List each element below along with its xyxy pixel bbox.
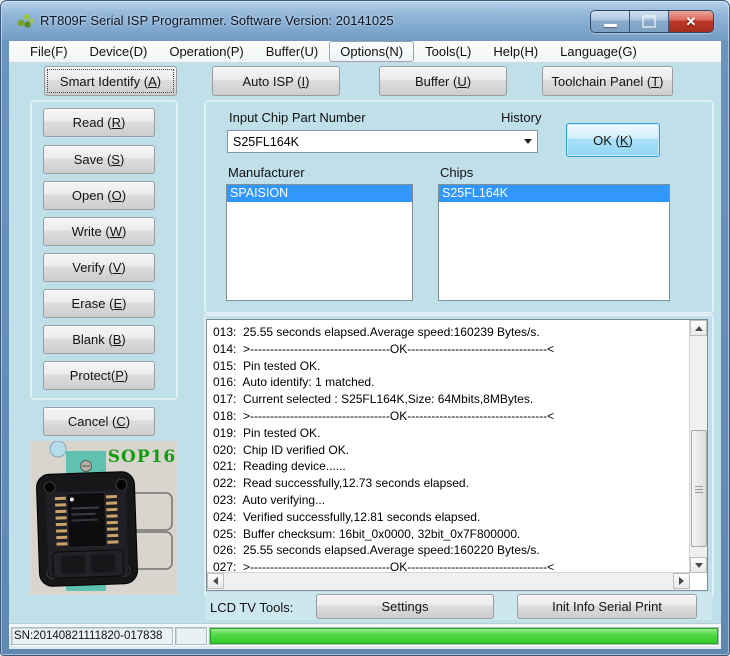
statusbar: SN:20140821111820-017838 xyxy=(9,623,721,649)
cancel-button[interactable]: Cancel (C) xyxy=(43,407,155,436)
smart-identify-button[interactable]: Smart Identify (A) xyxy=(44,66,177,96)
write-button[interactable]: Write (W) xyxy=(43,217,155,246)
menu-language[interactable]: Language(G) xyxy=(549,41,648,62)
log-line: 022: Read successfully,12.73 seconds ela… xyxy=(213,475,690,492)
progress-fill xyxy=(210,628,718,644)
manufacturer-selected-item[interactable]: SPAISION xyxy=(227,185,412,202)
buffer-button[interactable]: Buffer (U) xyxy=(379,66,507,96)
arrow-left-icon xyxy=(213,577,218,585)
menu-buffer[interactable]: Buffer(U) xyxy=(255,41,330,62)
menu-tools[interactable]: Tools(L) xyxy=(414,41,482,62)
log-line: 017: Current selected : S25FL164K,Size: … xyxy=(213,391,690,408)
arrow-up-icon xyxy=(695,326,703,331)
log-line: 014: >----------------------------------… xyxy=(213,341,690,358)
menu-options[interactable]: Options(N) xyxy=(329,41,414,62)
vertical-scroll-thumb[interactable] xyxy=(691,430,707,547)
menu-operation[interactable]: Operation(P) xyxy=(158,41,254,62)
combobox-dropdown-button[interactable] xyxy=(519,131,537,152)
log-horizontal-scrollbar[interactable] xyxy=(207,572,690,590)
lcd-tv-tools-label: LCD TV Tools: xyxy=(210,596,312,618)
verify-button[interactable]: Verify (V) xyxy=(43,253,155,282)
settings-button[interactable]: Settings xyxy=(316,594,494,619)
thumb-grip-icon xyxy=(695,486,703,493)
auto-isp-button[interactable]: Auto ISP (I) xyxy=(212,66,340,96)
log-line: 021: Reading device...... xyxy=(213,458,690,475)
minimize-button[interactable] xyxy=(591,11,630,32)
menu-help[interactable]: Help(H) xyxy=(482,41,549,62)
log-line: 018: >----------------------------------… xyxy=(213,408,690,425)
log-line: 020: Chip ID verified OK. xyxy=(213,442,690,459)
maximize-button[interactable] xyxy=(630,11,669,32)
log-output[interactable]: 013: 25.55 seconds elapsed.Average speed… xyxy=(206,319,708,591)
history-label: History xyxy=(501,110,541,125)
log-line: 023: Auto verifying... xyxy=(213,492,690,509)
screen: RT809F Serial ISP Programmer. Software V… xyxy=(0,0,730,656)
scroll-down-button[interactable] xyxy=(690,557,707,573)
save-button[interactable]: Save (S) xyxy=(43,145,155,174)
part-number-combobox[interactable]: S25FL164K xyxy=(227,130,538,153)
maximize-icon xyxy=(642,15,656,28)
log-line: 026: 25.55 seconds elapsed.Average speed… xyxy=(213,542,690,559)
ok-button[interactable]: OK (K) xyxy=(566,123,660,157)
titlebar[interactable]: RT809F Serial ISP Programmer. Software V… xyxy=(0,0,730,40)
read-button[interactable]: Read (R) xyxy=(43,108,155,137)
arrow-right-icon xyxy=(679,577,684,585)
menu-file[interactable]: File(F) xyxy=(19,41,79,62)
app-window: RT809F Serial ISP Programmer. Software V… xyxy=(0,0,730,656)
open-button[interactable]: Open (O) xyxy=(43,181,155,210)
chip-selected-item[interactable]: S25FL164K xyxy=(439,185,669,202)
part-number-value: S25FL164K xyxy=(228,135,519,149)
input-chip-label: Input Chip Part Number xyxy=(229,110,366,125)
protect-button[interactable]: Protect(P) xyxy=(43,361,155,390)
log-line: 013: 25.55 seconds elapsed.Average speed… xyxy=(213,324,690,341)
scroll-right-button[interactable] xyxy=(673,573,690,589)
app-icon xyxy=(16,12,34,30)
erase-button[interactable]: Erase (E) xyxy=(43,289,155,318)
sop16-caption: SOP16 xyxy=(108,447,177,467)
manufacturer-listbox[interactable]: SPAISION xyxy=(226,184,413,301)
log-line: 024: Verified successfully,12.81 seconds… xyxy=(213,509,690,526)
log-text: 013: 25.55 seconds elapsed.Average speed… xyxy=(207,320,690,573)
toolchain-panel-button[interactable]: Toolchain Panel (T) xyxy=(542,66,673,96)
arrow-down-icon xyxy=(695,563,703,568)
window-controls: ✕ xyxy=(590,10,714,33)
log-line: 016: Auto identify: 1 matched. xyxy=(213,374,690,391)
serial-number-cell: SN:20140821111820-017838 xyxy=(11,627,173,645)
log-vertical-scrollbar[interactable] xyxy=(689,320,707,573)
chevron-down-icon xyxy=(524,139,532,144)
menubar: File(F) Device(D) Operation(P) Buffer(U)… xyxy=(9,41,721,63)
window-title: RT809F Serial ISP Programmer. Software V… xyxy=(40,0,394,40)
log-line: 019: Pin tested OK. xyxy=(213,425,690,442)
progress-bar xyxy=(209,627,719,645)
close-button[interactable]: ✕ xyxy=(669,11,713,32)
init-info-serial-print-button[interactable]: Init Info Serial Print xyxy=(517,594,697,619)
chips-listbox[interactable]: S25FL164K xyxy=(438,184,670,301)
sop16-adapter-image: SOP16 xyxy=(30,441,178,595)
manufacturer-label: Manufacturer xyxy=(228,165,305,180)
scroll-up-button[interactable] xyxy=(690,320,707,336)
status-gap-cell xyxy=(175,627,207,645)
log-line: 027: >----------------------------------… xyxy=(213,559,690,573)
scroll-left-button[interactable] xyxy=(207,573,224,589)
menu-device[interactable]: Device(D) xyxy=(79,41,159,62)
log-line: 015: Pin tested OK. xyxy=(213,358,690,375)
blank-button[interactable]: Blank (B) xyxy=(43,325,155,354)
chips-label: Chips xyxy=(440,165,473,180)
close-icon: ✕ xyxy=(686,15,697,28)
minimize-icon xyxy=(604,24,617,27)
log-line: 025: Buffer checksum: 16bit_0x0000, 32bi… xyxy=(213,526,690,543)
